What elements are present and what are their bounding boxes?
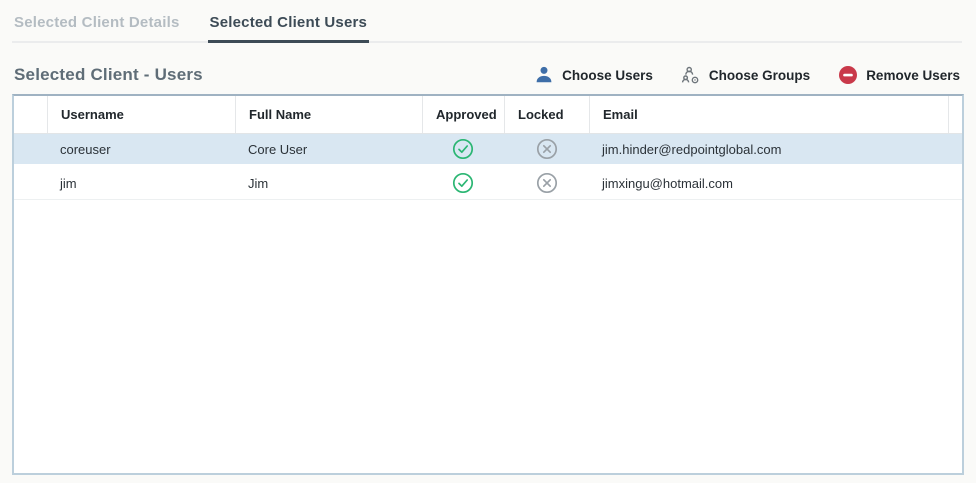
approved-cell: [422, 172, 504, 194]
full-name-cell: Core User: [235, 142, 422, 157]
username-cell: jim: [47, 176, 235, 191]
table-row[interactable]: coreuser Core User: [14, 134, 962, 167]
column-header-approved[interactable]: Approved: [422, 96, 504, 133]
user-group-icon: [681, 65, 701, 85]
remove-users-label: Remove Users: [866, 68, 960, 83]
x-circle-icon: [536, 172, 558, 194]
choose-users-button[interactable]: Choose Users: [534, 65, 653, 85]
users-table: Username Full Name Approved Locked Email…: [12, 94, 964, 475]
remove-circle-icon: [838, 65, 858, 85]
email-cell: jimxingu@hotmail.com: [589, 176, 948, 191]
tab-selected-client-details[interactable]: Selected Client Details: [12, 10, 182, 43]
choose-groups-button[interactable]: Choose Groups: [681, 65, 810, 85]
check-circle-icon: [452, 138, 474, 160]
approved-cell: [422, 138, 504, 160]
toolbar-actions: Choose Users Choose Groups: [534, 65, 960, 85]
table-row[interactable]: jim Jim: [14, 167, 962, 200]
column-header-full-name[interactable]: Full Name: [235, 96, 422, 133]
locked-cell: [504, 172, 589, 194]
column-header-email[interactable]: Email: [589, 96, 948, 133]
header-end-cell: [948, 96, 962, 133]
email-cell: jim.hinder@redpointglobal.com: [589, 142, 948, 157]
choose-groups-label: Choose Groups: [709, 68, 810, 83]
x-circle-icon: [536, 138, 558, 160]
column-header-locked[interactable]: Locked: [504, 96, 589, 133]
toolbar: Selected Client - Users Choose Users: [14, 59, 960, 91]
choose-users-label: Choose Users: [562, 68, 653, 83]
table-body: coreuser Core User: [14, 134, 962, 200]
page-title: Selected Client - Users: [14, 65, 203, 85]
username-cell: coreuser: [47, 142, 235, 157]
locked-cell: [504, 138, 589, 160]
client-users-screen: Selected Client Details Selected Client …: [0, 0, 976, 483]
tab-selected-client-users[interactable]: Selected Client Users: [208, 10, 370, 43]
column-header-username[interactable]: Username: [47, 96, 235, 133]
user-icon: [534, 65, 554, 85]
remove-users-button[interactable]: Remove Users: [838, 65, 960, 85]
tab-bar: Selected Client Details Selected Client …: [12, 10, 962, 43]
check-circle-icon: [452, 172, 474, 194]
full-name-cell: Jim: [235, 176, 422, 191]
table-header-row: Username Full Name Approved Locked Email: [14, 96, 962, 134]
header-indent-cell: [14, 96, 47, 133]
